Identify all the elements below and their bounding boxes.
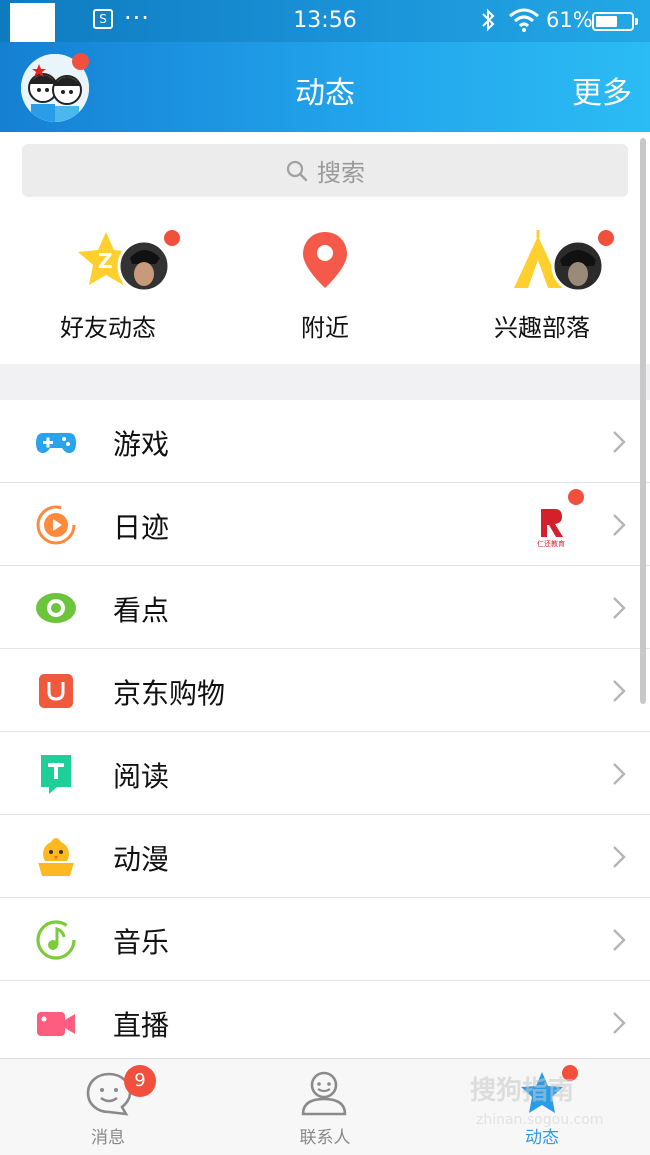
quick-entry-label: 兴趣部落 [494,314,590,342]
tribe-tent-icon [514,230,605,293]
list-item-games[interactable]: 游戏 [0,400,650,483]
list-item-label: 音乐 [113,926,170,959]
watermark: 搜狗指南 [470,1076,575,1106]
video-camera-icon [37,1012,75,1036]
list-item-anime[interactable]: 动漫 [0,815,650,898]
page-title: 动态 [295,76,355,111]
battery-percent: 61% [546,8,593,32]
battery-icon [592,12,638,31]
list-item-live[interactable]: 直播 [0,981,650,1064]
wifi-icon [508,8,540,38]
more-button[interactable]: 更多 [572,68,632,112]
notification-dot [164,230,180,246]
list-item-label: 阅读 [113,760,170,793]
status-bar: 4G 2G S ··· 13:56 61% [0,0,650,169]
chevron-right-icon [613,597,626,619]
list-item-label: 动漫 [113,843,170,876]
shopping-bag-icon [39,674,73,708]
section-divider [0,364,650,400]
tab-contacts[interactable]: 联系人 [217,1059,433,1155]
quick-entry-label: 附近 [301,314,349,342]
svg-text:仁还教育: 仁还教育 [537,539,565,548]
play-circle-icon [36,505,76,545]
quick-entry-label: 好友动态 [60,314,156,342]
eye-icon [36,593,76,623]
tab-label: 联系人 [299,1128,351,1148]
chevron-right-icon [613,431,626,453]
search-placeholder: 搜索 [317,159,365,187]
bluetooth-icon [480,8,496,37]
list-item-music[interactable]: 音乐 [0,898,650,981]
music-note-icon [36,920,76,960]
list-item-label: 直播 [113,1009,170,1042]
list-item-label: 游戏 [113,428,170,461]
person-icon [301,1071,347,1116]
tab-label: 消息 [91,1128,125,1148]
chick-icon [38,838,74,876]
notification-dot [598,230,614,246]
list-item-label: 京东购物 [113,677,226,710]
chevron-right-icon [613,514,626,536]
svg-text:Z: Z [98,249,113,273]
chevron-right-icon [613,680,626,702]
watermark-url: zhinan.sogou.com [476,1112,604,1128]
search-bar[interactable]: 搜索 [22,144,628,197]
chevron-right-icon [613,846,626,868]
list-item-jd-shopping[interactable]: 京东购物 [0,649,650,732]
location-pin-icon [303,232,347,288]
chevron-right-icon [613,763,626,785]
quick-entry-nearby[interactable]: 附近 [217,230,433,350]
list-item-label: 日迹 [113,511,170,544]
search-icon [286,160,308,181]
unread-badge: 9 [124,1065,156,1097]
feature-list: 游戏 日迹 仁还教育 看点 京东购物 阅读 动漫 音乐 直播 [0,400,650,1064]
friends-star-icon: Z [78,232,171,293]
title-bar: 动态 更多 [0,42,650,132]
gamepad-icon [36,433,76,453]
quick-entry-friends[interactable]: Z 好友动态 [0,230,216,350]
chevron-right-icon [613,929,626,951]
scrollbar[interactable] [640,138,646,704]
list-item-reading[interactable]: 阅读 [0,732,650,815]
bookmark-icon [41,755,71,794]
list-item-daily-trace[interactable]: 日迹 仁还教育 [0,483,650,566]
list-item-kandian[interactable]: 看点 [0,566,650,649]
list-item-label: 看点 [113,594,170,627]
chevron-right-icon [613,1012,626,1034]
quick-entry-tribe[interactable]: 兴趣部落 [434,230,650,350]
brand-thumbnail: 仁还教育 [535,505,567,549]
tab-messages[interactable]: 9 消息 [0,1059,216,1155]
notification-dot [568,489,584,505]
